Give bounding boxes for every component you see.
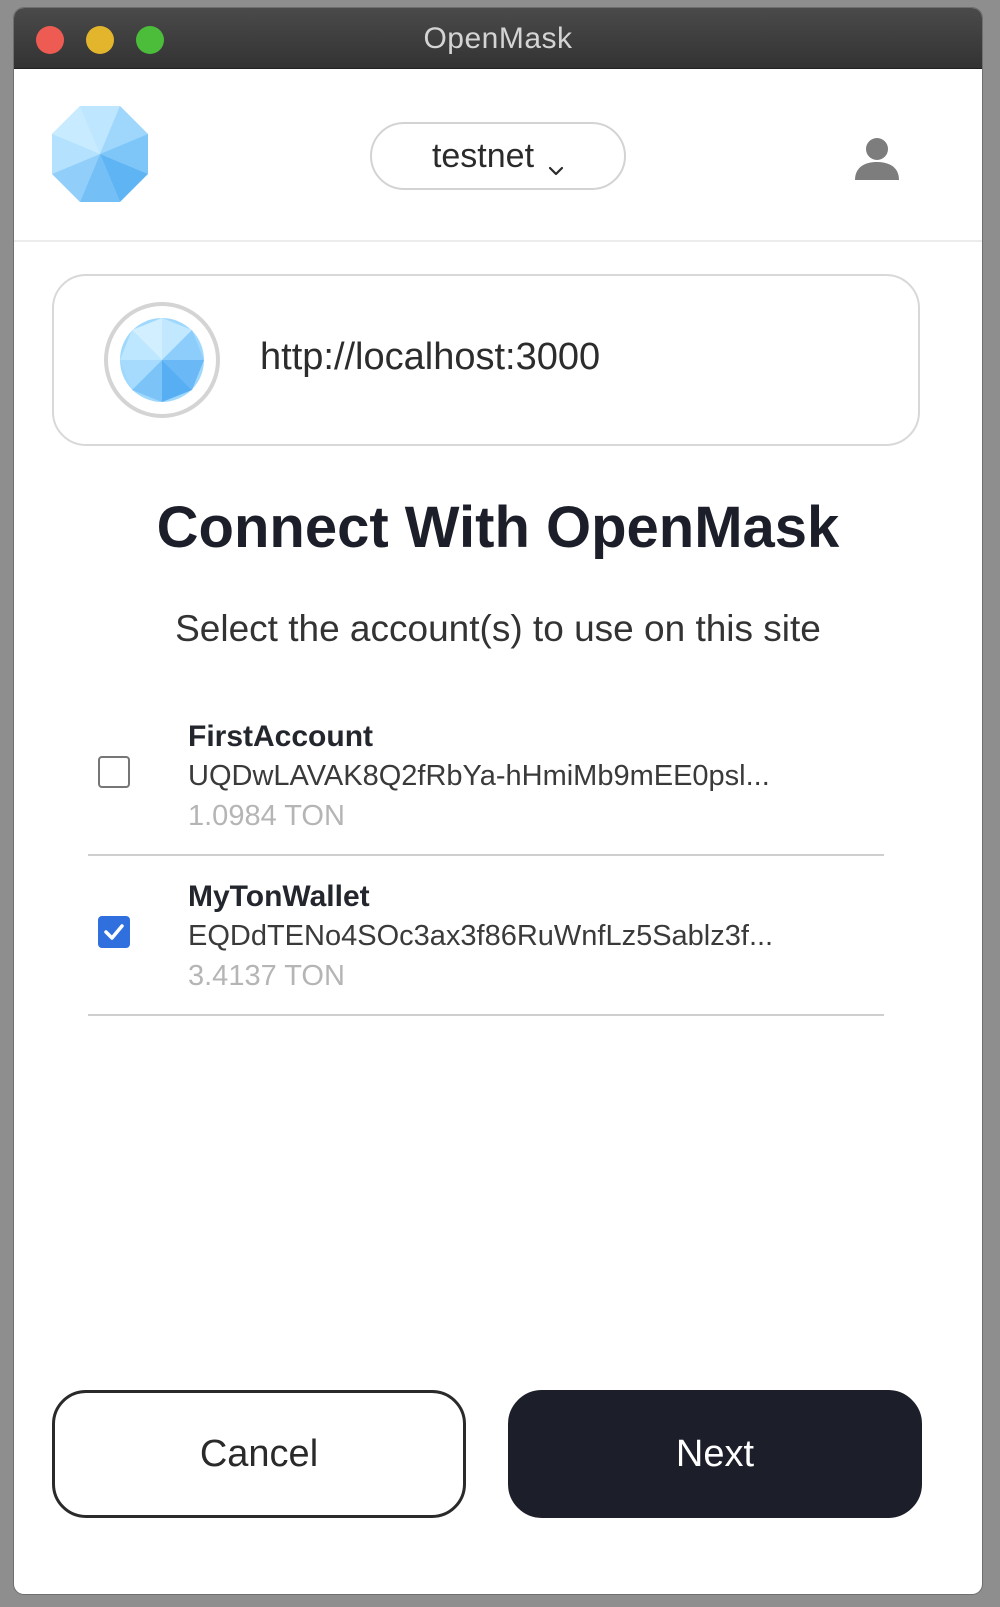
account-address: EQDdTENo4SOc3ax3f86RuWnfLz5Sablz3f... [188, 920, 774, 952]
account-checkbox-checked[interactable] [98, 916, 130, 948]
next-button[interactable]: Next [508, 1390, 922, 1518]
account-list: FirstAccount UQDwLAVAK8Q2fRbYa-hHmiMb9mE… [88, 698, 884, 1016]
account-checkbox-unchecked[interactable] [98, 756, 130, 788]
openmask-window: OpenMask testnet http://localhost:3000 C… [14, 8, 982, 1594]
app-header: testnet [14, 68, 982, 242]
page-subtitle: Select the account(s) to use on this sit… [175, 608, 821, 649]
account-balance: 1.0984 TON [188, 800, 345, 832]
network-select[interactable]: testnet [370, 122, 626, 190]
cancel-button[interactable]: Cancel [52, 1390, 466, 1518]
user-icon[interactable] [852, 134, 902, 184]
origin-card: http://localhost:3000 [52, 274, 920, 446]
page-title: Connect With OpenMask [156, 495, 840, 560]
account-name: FirstAccount [188, 720, 374, 753]
account-row[interactable]: FirstAccount UQDwLAVAK8Q2fRbYa-hHmiMb9mE… [88, 698, 884, 856]
origin-url: http://localhost:3000 [260, 336, 601, 378]
title-bar[interactable]: OpenMask [14, 8, 982, 69]
window-title: OpenMask [423, 22, 573, 55]
account-row[interactable]: MyTonWallet EQDdTENo4SOc3ax3f86RuWnfLz5S… [88, 858, 884, 1016]
account-balance: 3.4137 TON [188, 960, 345, 992]
account-address: UQDwLAVAK8Q2fRbYa-hHmiMb9mEE0psl... [188, 760, 770, 792]
openmask-logo-icon[interactable] [50, 104, 150, 204]
account-name: MyTonWallet [188, 880, 370, 913]
network-label: testnet [431, 136, 535, 175]
checkmark-icon [104, 924, 124, 940]
site-favicon-icon [104, 302, 220, 418]
chevron-down-icon [548, 146, 564, 176]
